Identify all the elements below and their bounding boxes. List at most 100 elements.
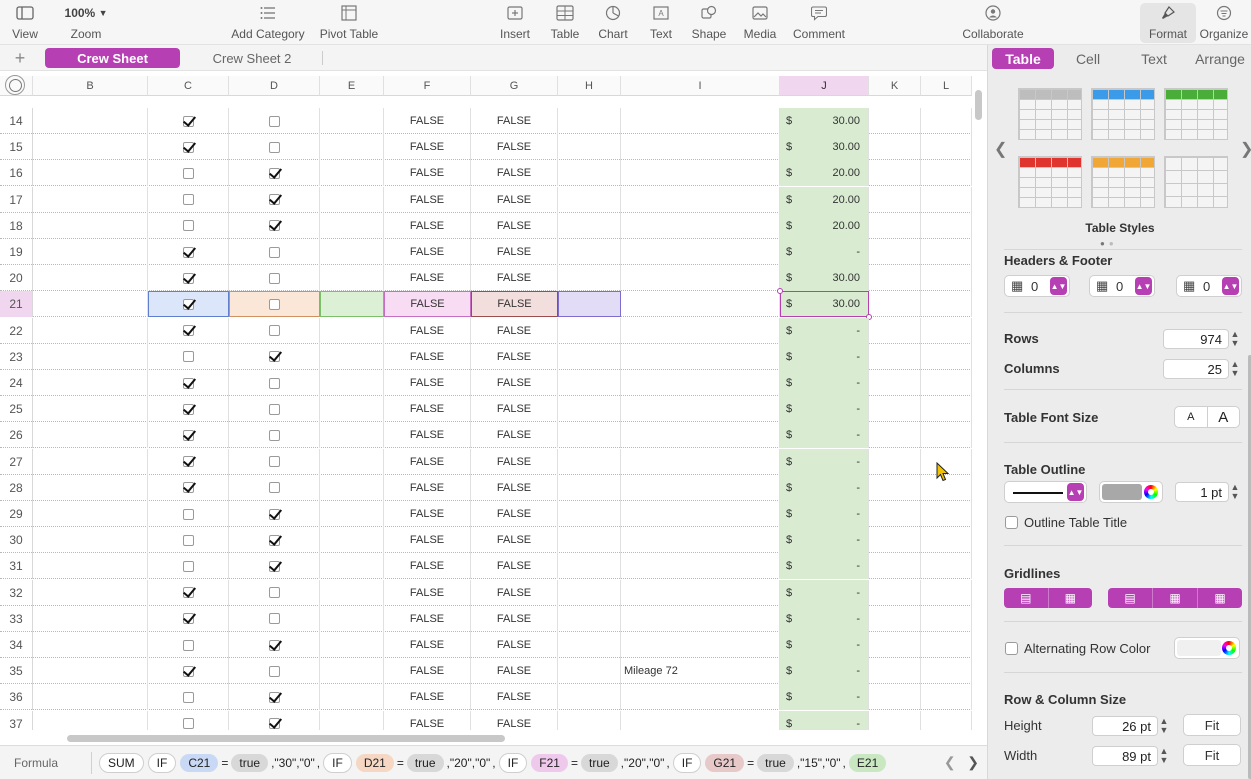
formula-reference-token[interactable]: D21 [355, 754, 394, 772]
chevron-right-icon[interactable]: ❯ [967, 754, 979, 770]
checkbox-checked[interactable] [182, 587, 194, 599]
column-header-i[interactable]: I [621, 76, 780, 96]
checkbox-unchecked[interactable] [182, 220, 194, 232]
cell-f[interactable]: FALSE [384, 474, 471, 501]
row-number[interactable]: 16 [0, 160, 33, 187]
checkbox-checked[interactable] [182, 665, 194, 677]
cell-f[interactable]: FALSE [384, 134, 471, 161]
cell-j[interactable]: $ - [780, 684, 869, 711]
checkbox-unchecked[interactable] [268, 665, 280, 677]
cell-k[interactable] [869, 396, 921, 423]
column-header-g[interactable]: G [471, 76, 558, 96]
formula-reference-token[interactable]: E21 [848, 754, 887, 772]
cell-k[interactable] [869, 553, 921, 580]
cell-j[interactable]: $20.00 [780, 186, 869, 213]
cell-j[interactable]: $ - [780, 579, 869, 606]
formula-reference-token[interactable]: F21 [531, 754, 568, 772]
cell-k[interactable] [869, 239, 921, 265]
tab-crew-sheet-2[interactable]: Crew Sheet 2 [188, 48, 316, 68]
cell-b[interactable] [33, 605, 148, 632]
cell-d[interactable] [229, 239, 320, 265]
cell-l[interactable] [921, 553, 972, 580]
cell-l[interactable] [921, 239, 972, 265]
cell-h[interactable] [558, 396, 621, 423]
cell-h[interactable] [558, 684, 621, 711]
cell-e[interactable] [320, 317, 384, 344]
cell-c[interactable] [148, 317, 229, 344]
cell-j-selected[interactable]: $30.00 [780, 291, 869, 318]
view-button[interactable]: View [4, 3, 46, 43]
row-number[interactable]: 14 [0, 108, 33, 134]
cell-e[interactable] [320, 422, 384, 449]
cell-b[interactable] [33, 422, 148, 449]
cell-i[interactable] [621, 448, 780, 475]
checkbox-checked[interactable] [182, 141, 194, 153]
cell-e[interactable] [320, 579, 384, 606]
zoom-control[interactable]: 100% ▼ Zoom [56, 3, 116, 43]
cell-b[interactable] [33, 632, 148, 658]
cell-f[interactable]: FALSE [384, 553, 471, 580]
cell-c[interactable] [148, 343, 229, 370]
checkbox-unchecked[interactable] [182, 351, 194, 363]
cell-d[interactable] [229, 212, 320, 239]
cell-j[interactable]: $ - [780, 370, 869, 396]
cell-h[interactable] [558, 239, 621, 265]
checkbox-checked[interactable] [182, 456, 194, 468]
row-number[interactable]: 29 [0, 501, 33, 527]
cell-g[interactable]: FALSE [471, 632, 558, 658]
cell-k[interactable] [869, 317, 921, 344]
cell-c[interactable] [148, 134, 229, 161]
cell-g[interactable]: FALSE [471, 343, 558, 370]
add-sheet-button[interactable]: + [10, 48, 30, 68]
cell-l[interactable] [921, 710, 972, 730]
cell-f[interactable]: FALSE [384, 186, 471, 213]
cell-g[interactable]: FALSE [471, 396, 558, 423]
collaborate-button[interactable]: Collaborate [960, 3, 1026, 43]
cell-e[interactable] [320, 684, 384, 711]
width-field[interactable]: 89 pt [1092, 746, 1158, 766]
cell-l[interactable] [921, 632, 972, 658]
cell-b[interactable] [33, 370, 148, 396]
cell-k[interactable] [869, 658, 921, 685]
checkbox-checked[interactable] [268, 351, 280, 363]
cell-d[interactable] [229, 291, 320, 318]
cell-c[interactable] [148, 501, 229, 527]
cell-l[interactable] [921, 317, 972, 344]
cell-d[interactable] [229, 632, 320, 658]
cell-e[interactable] [320, 108, 384, 134]
cell-g[interactable]: FALSE [471, 527, 558, 554]
cell-g[interactable]: FALSE [471, 186, 558, 213]
height-fit-button[interactable]: Fit [1183, 714, 1241, 736]
column-header-l[interactable]: L [921, 76, 972, 96]
formula-function-token[interactable]: SUM [99, 753, 144, 773]
gridlines-body-control[interactable]: ▤ ▦ ▦ [1108, 588, 1242, 608]
cell-d[interactable] [229, 527, 320, 554]
increase-font-button[interactable]: A [1208, 407, 1240, 427]
horizontal-scrollbar[interactable] [67, 735, 505, 742]
formula-editor[interactable]: SUM IF C21 = true ,"30","0", IF D21 = true ,"20","… [97, 753, 888, 773]
checkbox-unchecked[interactable] [268, 429, 280, 441]
tab-crew-sheet[interactable]: Crew Sheet [45, 48, 180, 68]
cell-d[interactable] [229, 553, 320, 580]
cell-b[interactable] [33, 343, 148, 370]
cell-i[interactable] [621, 422, 780, 449]
cell-b[interactable] [33, 527, 148, 554]
cell-k[interactable] [869, 527, 921, 554]
vertical-scrollbar[interactable] [975, 90, 982, 120]
stepper-icon[interactable]: ▲▼ [1135, 277, 1152, 295]
cell-h[interactable] [558, 501, 621, 527]
cell-f[interactable]: FALSE [384, 343, 471, 370]
row-number[interactable]: 25 [0, 396, 33, 423]
cell-i[interactable] [621, 684, 780, 711]
cell-e[interactable] [320, 527, 384, 554]
media-button[interactable]: Media [740, 3, 780, 43]
cell-i[interactable] [621, 265, 780, 292]
formula-text[interactable]: = [396, 756, 405, 770]
checkbox-checked[interactable] [268, 534, 280, 546]
cell-b[interactable] [33, 684, 148, 711]
cell-c[interactable] [148, 370, 229, 396]
cell-f[interactable]: FALSE [384, 501, 471, 527]
cell-f[interactable]: FALSE [384, 605, 471, 632]
body-horizontal-gridlines-icon[interactable]: ▤ [1108, 588, 1153, 608]
cell-b[interactable] [33, 212, 148, 239]
